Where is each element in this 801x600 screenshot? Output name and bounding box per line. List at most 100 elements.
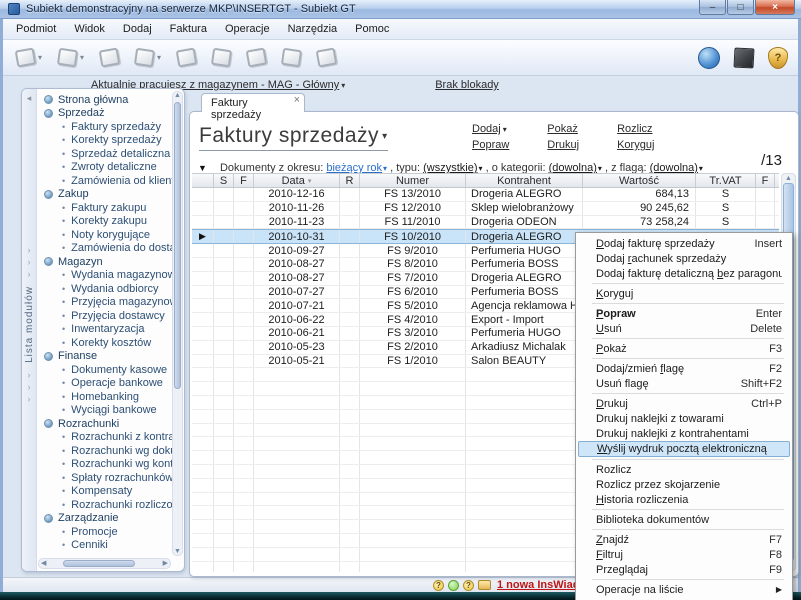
context-menu-item-historia-rozliczenia[interactable]: Historia rozliczenia: [578, 492, 790, 507]
sidebar-item-dokumenty-kasowe[interactable]: •Dokumenty kasowe: [38, 363, 172, 377]
context-menu-item-znajdź[interactable]: ZnajdźF7: [578, 532, 790, 547]
toolbar-button-2[interactable]: ▾: [55, 43, 87, 73]
context-menu-item-usuń-flagę[interactable]: Usuń flagęShift+F2: [578, 376, 790, 391]
context-menu-item-pokaż[interactable]: PokażF3: [578, 341, 790, 356]
sidebar-item-przyjęcia-dostawcy[interactable]: •Przyjęcia dostawcy: [38, 309, 172, 323]
context-menu-item-operacje-na-liście[interactable]: Operacje na liście▶: [578, 582, 790, 597]
sidebar-vertical-scrollbar[interactable]: ▲ ▼: [172, 91, 183, 556]
status-message-icon[interactable]: [478, 580, 491, 590]
sidebar-section-zakup[interactable]: Zakup: [38, 188, 172, 202]
context-menu-item-biblioteka-dokumentów[interactable]: Biblioteka dokumentów: [578, 512, 790, 527]
column-header-F[interactable]: F: [234, 174, 254, 187]
column-header-selector[interactable]: [192, 174, 214, 187]
table-row[interactable]: 2010-11-26FS 12/2010Sklep wielobranżowy9…: [192, 202, 779, 216]
column-header-Wartość[interactable]: Wartość: [583, 174, 696, 187]
toolbar-button-5[interactable]: [174, 43, 199, 73]
toolbar-button-8[interactable]: [279, 43, 304, 73]
menubar-item-faktura[interactable]: Faktura: [161, 20, 216, 38]
scroll-down-icon[interactable]: ▼: [173, 548, 182, 555]
context-menu-item-dodaj-fakturę-detaliczną-bez-paragonu[interactable]: Dodaj fakturę detaliczną bez paragonu: [578, 266, 790, 281]
sidebar-horizontal-scrollbar[interactable]: ◀ ▶: [38, 558, 171, 569]
sidebar-item-cenniki[interactable]: •Cenniki: [38, 539, 172, 553]
action-link-rozlicz[interactable]: Rozlicz: [617, 123, 654, 135]
menubar-item-pomoc[interactable]: Pomoc: [346, 20, 398, 38]
column-header-S[interactable]: S: [214, 174, 234, 187]
sidebar-item-korekty-sprzedaży[interactable]: •Korekty sprzedaży: [38, 134, 172, 148]
column-header-Tr.VAT[interactable]: Tr.VAT: [696, 174, 756, 187]
sidebar-item-zwroty-detaliczne[interactable]: •Zwroty detaliczne: [38, 161, 172, 175]
sidebar-hscroll-thumb[interactable]: [63, 560, 135, 567]
scroll-right-icon[interactable]: ▶: [163, 559, 168, 569]
action-link-dodaj[interactable]: Dodaj▾: [472, 123, 509, 135]
sidebar-item-wyciągi-bankowe[interactable]: •Wyciągi bankowe: [38, 404, 172, 418]
sidebar-item-noty-korygujące[interactable]: •Noty korygujące: [38, 228, 172, 242]
sidebar-item-zamówienia-od-klientów[interactable]: •Zamówienia od klientów: [38, 174, 172, 188]
column-header-Kontrahent[interactable]: Kontrahent: [466, 174, 583, 187]
menubar-item-podmiot[interactable]: Podmiot: [7, 20, 65, 38]
scroll-left-icon[interactable]: ◀: [41, 559, 46, 569]
context-menu-item-popraw[interactable]: PoprawEnter: [578, 306, 790, 321]
filter-collapse-icon[interactable]: ▼: [198, 163, 207, 173]
context-menu-item-przeglądaj[interactable]: PrzeglądajF9: [578, 562, 790, 577]
sidebar-item-rozrachunki-z-kontrahent[interactable]: •Rozrachunki z kontrahent: [38, 431, 172, 445]
sidebar-item-rozrachunki-wg-dokumen[interactable]: •Rozrachunki wg dokumen: [38, 444, 172, 458]
minimize-icon[interactable]: –: [699, 0, 726, 15]
context-menu-item-dodaj-fakturę-sprzedaży[interactable]: Dodaj fakturę sprzedażyInsert: [578, 236, 790, 251]
toolbar-button-3[interactable]: [97, 43, 122, 73]
toolbar-button-1[interactable]: ▾: [13, 43, 45, 73]
context-menu-item-drukuj[interactable]: DrukujCtrl+P: [578, 396, 790, 411]
status-help2-icon[interactable]: ?: [463, 580, 474, 591]
column-header-Numer[interactable]: Numer: [360, 174, 466, 187]
sidebar-item-przyjęcia-magazynowe[interactable]: •Przyjęcia magazynowe: [38, 296, 172, 310]
sidebar-item-wydania-odbiorcy[interactable]: •Wydania odbiorcy: [38, 282, 172, 296]
sidebar-item-wydania-magazynowe[interactable]: •Wydania magazynowe: [38, 269, 172, 283]
sidebar-item-kompensaty[interactable]: •Kompensaty: [38, 485, 172, 499]
sidebar-item-rozrachunki-wg-kontraher[interactable]: •Rozrachunki wg kontraher: [38, 458, 172, 472]
action-link-popraw[interactable]: Popraw: [472, 139, 509, 151]
sidebar-item-zamówienia-do-dostawców[interactable]: •Zamówienia do dostawców: [38, 242, 172, 256]
sidebar-section-finanse[interactable]: Finanse: [38, 350, 172, 364]
menubar-item-widok[interactable]: Widok: [65, 20, 114, 38]
scroll-up-icon[interactable]: ▲: [782, 175, 795, 182]
toolbar-button-9[interactable]: [314, 43, 339, 73]
close-icon[interactable]: ×: [755, 0, 795, 15]
sidebar-item-sprzedaż-detaliczna[interactable]: •Sprzedaż detaliczna: [38, 147, 172, 161]
page-title[interactable]: Faktury sprzedaży▾: [199, 124, 388, 151]
status-online-icon[interactable]: [448, 580, 459, 591]
action-link-drukuj[interactable]: Drukuj: [547, 139, 579, 151]
context-menu-item-drukuj-naklejki-z-towarami[interactable]: Drukuj naklejki z towarami: [578, 411, 790, 426]
sidebar-item-rozrachunki-rozliczone[interactable]: •Rozrachunki rozliczone: [38, 498, 172, 512]
action-link-pokaż[interactable]: Pokaż: [547, 123, 579, 135]
sidebar-section-strona-główna[interactable]: Strona główna: [38, 93, 172, 107]
sidebar-section-magazyn[interactable]: Magazyn: [38, 255, 172, 269]
globe-icon[interactable]: [698, 47, 720, 69]
sidebar-item-homebanking[interactable]: •Homebanking: [38, 390, 172, 404]
toolbar-button-6[interactable]: [209, 43, 234, 73]
sidebar-item-inwentaryzacja[interactable]: •Inwentaryzacja: [38, 323, 172, 337]
context-menu-item-rozlicz-przez-skojarzenie[interactable]: Rozlicz przez skojarzenie: [578, 477, 790, 492]
sidebar-vscroll-thumb[interactable]: [174, 102, 181, 389]
context-menu-item-drukuj-naklejki-z-kontrahentami[interactable]: Drukuj naklejki z kontrahentami: [578, 426, 790, 441]
help-shield-icon[interactable]: ?: [768, 47, 788, 69]
menubar-item-narzędzia[interactable]: Narzędzia: [279, 20, 347, 38]
sidebar-section-sprzedaż[interactable]: Sprzedaż: [38, 107, 172, 121]
table-row[interactable]: 2010-12-16FS 13/2010Drogeria ALEGRO684,1…: [192, 188, 779, 202]
sidebar-section-rozrachunki[interactable]: Rozrachunki: [38, 417, 172, 431]
tab-faktury-sprzedazy[interactable]: Faktury sprzedaży ×: [201, 93, 305, 112]
tab-close-icon[interactable]: ×: [294, 94, 300, 106]
action-link-koryguj[interactable]: Koryguj: [617, 139, 654, 151]
sidebar-item-faktury-zakupu[interactable]: •Faktury zakupu: [38, 201, 172, 215]
menubar-item-operacje[interactable]: Operacje: [216, 20, 279, 38]
sidebar-item-korekty-zakupu[interactable]: •Korekty zakupu: [38, 215, 172, 229]
context-menu-item-rozlicz[interactable]: Rozlicz: [578, 462, 790, 477]
context-menu-item-wyślij-wydruk-pocztą-elektroniczną[interactable]: Wyślij wydruk pocztą elektroniczną: [578, 441, 790, 457]
menubar-item-dodaj[interactable]: Dodaj: [114, 20, 161, 38]
column-header-Data[interactable]: Data▾: [254, 174, 340, 187]
context-menu-item-filtruj[interactable]: FiltrujF8: [578, 547, 790, 562]
sidebar-item-spłaty-rozrachunków[interactable]: •Spłaty rozrachunków: [38, 471, 172, 485]
sidebar-item-operacje-bankowe[interactable]: •Operacje bankowe: [38, 377, 172, 391]
context-menu-item-dodaj-zmień-flagę[interactable]: Dodaj/zmień flagęF2: [578, 361, 790, 376]
sidebar-item-faktury-sprzedaży[interactable]: •Faktury sprzedaży: [38, 120, 172, 134]
collapse-module-list-icon[interactable]: ◂: [27, 93, 32, 104]
context-menu-item-usuń[interactable]: UsuńDelete: [578, 321, 790, 336]
